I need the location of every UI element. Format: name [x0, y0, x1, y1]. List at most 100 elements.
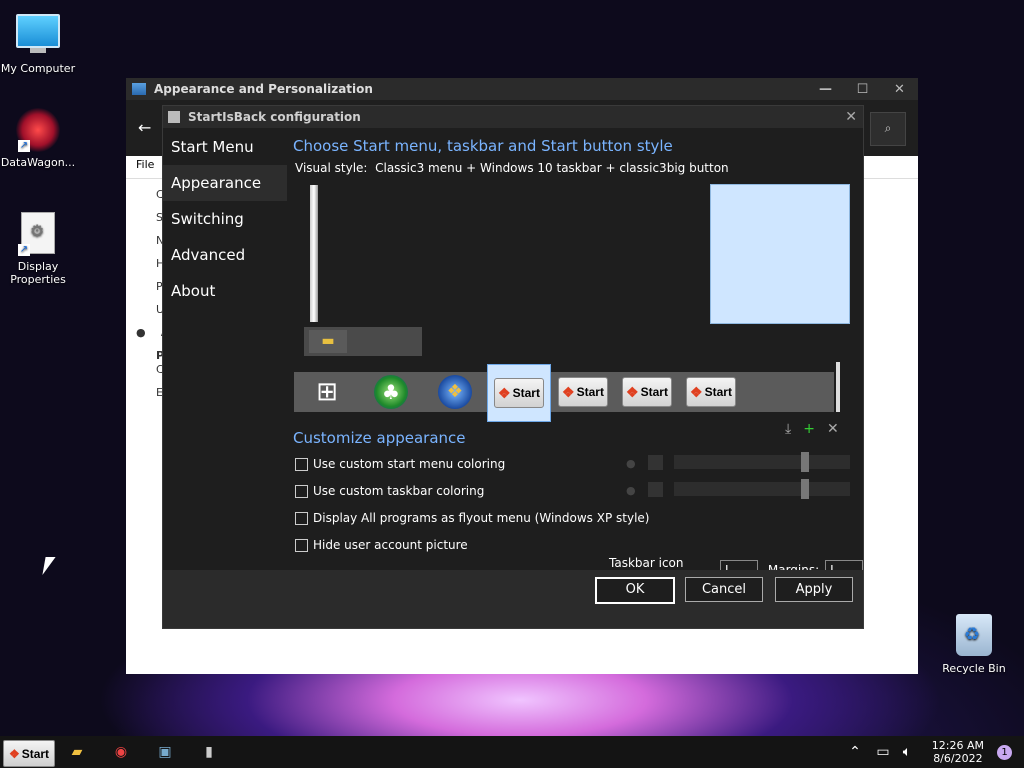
- volume-icon[interactable]: 🔈︎: [898, 744, 916, 760]
- button-style-classic-4[interactable]: ❖ Start: [680, 372, 742, 412]
- add-icon[interactable]: +: [803, 421, 815, 437]
- start-button-style-strip: ⊞ ♣ ❖ ❖ Start ❖ Start ❖ Start ❖ Start: [294, 362, 840, 422]
- nav-start-menu[interactable]: Start Menu: [163, 129, 287, 165]
- menu-file[interactable]: File: [136, 158, 154, 171]
- desktop-icon-datawagon[interactable]: ↗ DataWagon...: [0, 108, 76, 169]
- clock-date: 8/6/2022: [933, 752, 983, 765]
- start-button[interactable]: ❖ Start: [3, 740, 55, 767]
- visual-style-value: Classic3 menu + Windows 10 taskbar + cla…: [375, 161, 729, 175]
- desktop-icon-label: Recycle Bin: [942, 662, 1006, 675]
- chevron-up-icon[interactable]: ⌃: [846, 744, 864, 760]
- startisback-taskbar-icon[interactable]: ▮: [200, 744, 218, 760]
- file-explorer-icon[interactable]: ▰: [68, 744, 86, 760]
- checkbox[interactable]: [295, 457, 308, 471]
- maximize-icon[interactable]: ☐: [844, 82, 881, 97]
- windows-orb-icon: ❖: [438, 375, 472, 409]
- mouse-cursor-icon: [42, 557, 56, 575]
- windows-flag-icon: ❖: [498, 384, 511, 401]
- dialog-nav: Start Menu Appearance Switching Advanced…: [163, 129, 287, 309]
- desktop-icon-label: My Computer: [0, 62, 76, 75]
- windows-flag-icon: ❖: [562, 383, 575, 400]
- checkbox[interactable]: [295, 511, 308, 525]
- button-style-clover[interactable]: ♣: [360, 372, 422, 412]
- appearance-panel: Choose Start menu, taskbar and Start but…: [293, 129, 863, 584]
- desktop-icon-my-computer[interactable]: My Computer: [0, 10, 76, 75]
- recycle-bin-icon: [952, 614, 996, 658]
- button-style-win7-orb[interactable]: ❖: [424, 372, 486, 412]
- nav-appearance[interactable]: Appearance: [163, 165, 287, 201]
- option-label: Use custom taskbar coloring: [313, 484, 485, 498]
- color-swatch[interactable]: [648, 455, 663, 470]
- clock-time: 12:26 AM: [931, 739, 984, 752]
- button-style-windows[interactable]: ⊞: [296, 372, 358, 412]
- window-title: Appearance and Personalization: [154, 82, 373, 96]
- nav-about[interactable]: About: [163, 273, 287, 309]
- download-icon[interactable]: ⤓: [785, 421, 791, 437]
- taskbar-color-slider[interactable]: [674, 479, 850, 499]
- option-custom-taskbar-coloring[interactable]: Use custom taskbar coloring: [295, 484, 484, 498]
- shortcut-arrow-icon: ↗: [18, 140, 30, 152]
- color-swatch[interactable]: [648, 482, 663, 497]
- datawagon-app-icon: ↗: [16, 108, 60, 152]
- opacity-drop-icon: ●: [626, 457, 636, 470]
- dialog-titlebar[interactable]: StartIsBack configuration ✕: [163, 106, 863, 128]
- taskbar: ❖ Start ▰ ◉ ▣ ▮ ⌃ ▭ 🔈︎ 12:26 AM 8/6/2022…: [0, 736, 1024, 768]
- control-panel-icon[interactable]: ▣: [156, 744, 174, 760]
- notification-badge[interactable]: 1: [997, 745, 1012, 760]
- dialog-title: StartIsBack configuration: [188, 110, 361, 124]
- option-custom-start-menu-coloring[interactable]: Use custom start menu coloring: [295, 457, 505, 471]
- checkbox[interactable]: [295, 538, 308, 552]
- option-label: Hide user account picture: [313, 538, 468, 552]
- option-label: Use custom start menu coloring: [313, 457, 506, 471]
- desktop-icon-label: DataWagon...: [0, 156, 76, 169]
- network-icon[interactable]: ▭: [874, 744, 892, 760]
- visual-style-label: Visual style:: [295, 161, 368, 175]
- shortcut-arrow-icon: ↗: [18, 244, 30, 256]
- window-titlebar[interactable]: Appearance and Personalization — ☐ ✕: [126, 78, 918, 100]
- apply-button[interactable]: Apply: [775, 577, 853, 602]
- nav-switching[interactable]: Switching: [163, 201, 287, 237]
- chrome-icon[interactable]: ◉: [112, 744, 130, 760]
- option-flyout-all-programs[interactable]: Display All programs as flyout menu (Win…: [295, 511, 649, 525]
- checkbox[interactable]: [295, 484, 308, 498]
- slider-thumb[interactable]: [801, 452, 809, 472]
- slider-thumb[interactable]: [801, 479, 809, 499]
- style-heading: Choose Start menu, taskbar and Start but…: [293, 137, 673, 155]
- start-button-text: Start: [512, 386, 540, 400]
- desktop-icon-display-properties[interactable]: ↗ Display Properties: [0, 212, 76, 286]
- windows-flag-icon: ❖: [8, 746, 20, 761]
- start-button-text: Start: [576, 385, 604, 399]
- control-panel-icon: [132, 83, 146, 95]
- close-icon[interactable]: ✕: [845, 109, 857, 125]
- strip-scrollbar[interactable]: [836, 362, 840, 412]
- windows-flag-icon: ❖: [690, 383, 703, 400]
- button-style-classic-3[interactable]: ❖ Start: [616, 372, 678, 412]
- button-style-classic-2[interactable]: ❖ Start: [552, 372, 614, 412]
- nav-advanced[interactable]: Advanced: [163, 237, 287, 273]
- settings-document-icon: ↗: [16, 212, 60, 256]
- desktop-icon-recycle-bin[interactable]: Recycle Bin: [936, 614, 1012, 675]
- minimize-icon[interactable]: —: [807, 82, 844, 97]
- cancel-button[interactable]: Cancel: [685, 577, 763, 602]
- start-menu-preview: [710, 184, 850, 324]
- option-label: Display All programs as flyout menu (Win…: [313, 511, 650, 525]
- menu-style-preview[interactable]: [310, 185, 318, 322]
- start-menu-color-slider[interactable]: [674, 452, 850, 472]
- folder-icon: ▬: [309, 330, 347, 353]
- remove-icon[interactable]: ✕: [827, 421, 839, 437]
- startisback-dialog: StartIsBack configuration ✕ Start Menu A…: [162, 105, 864, 629]
- ok-button[interactable]: OK: [595, 577, 675, 604]
- opacity-drop-icon: ●: [626, 484, 636, 497]
- startisback-app-icon: [168, 111, 180, 123]
- option-hide-user-picture[interactable]: Hide user account picture: [295, 538, 468, 552]
- windows-flag-icon: ❖: [626, 383, 639, 400]
- close-icon[interactable]: ✕: [881, 82, 918, 97]
- desktop-icon-label: Display Properties: [10, 260, 66, 286]
- visual-style-line: Visual style: Classic3 menu + Windows 10…: [295, 161, 863, 175]
- customize-heading: Customize appearance: [293, 429, 466, 447]
- clover-orb-icon: ♣: [374, 375, 408, 409]
- clock[interactable]: 12:26 AM 8/6/2022: [932, 739, 984, 765]
- back-arrow-icon[interactable]: ←: [138, 118, 151, 137]
- button-style-classic-selected[interactable]: ❖ Start: [487, 364, 551, 422]
- search-icon[interactable]: ⌕: [870, 112, 906, 146]
